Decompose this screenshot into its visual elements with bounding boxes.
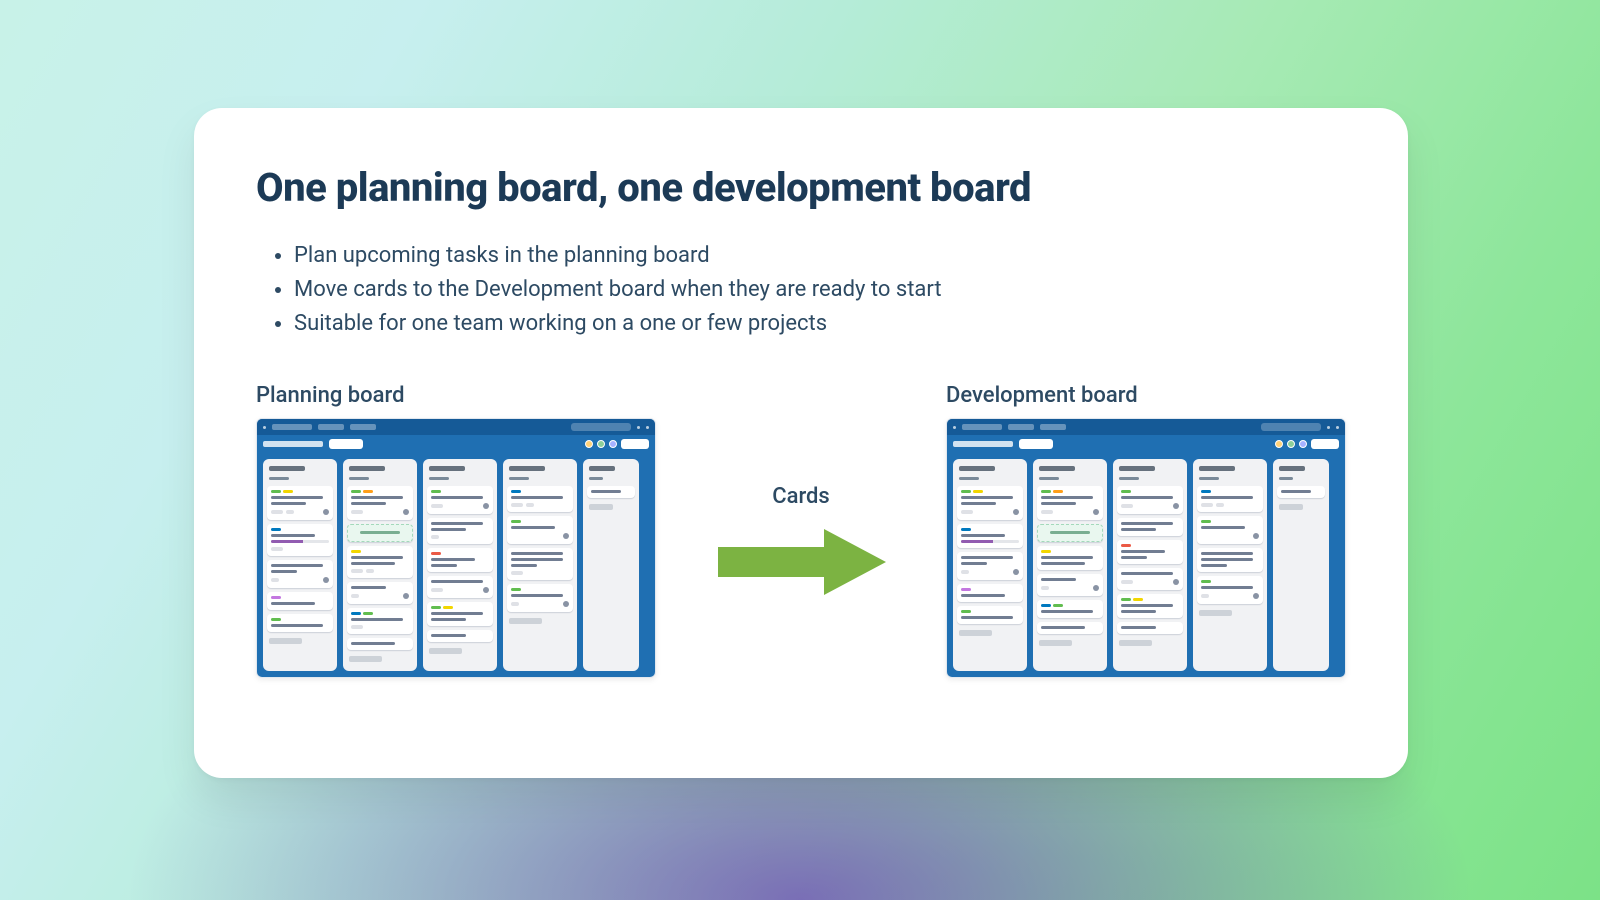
bullet-item: Move cards to the Development board when… xyxy=(294,273,1346,307)
bullet-list: Plan upcoming tasks in the planning boar… xyxy=(256,239,1346,341)
development-board-thumbnail xyxy=(946,418,1346,678)
slide-card: One planning board, one development boar… xyxy=(194,108,1408,778)
slide-title: One planning board, one development boar… xyxy=(256,164,1346,211)
development-board-label: Development board xyxy=(946,383,1346,408)
board-top-nav xyxy=(257,419,655,435)
list-column xyxy=(503,459,577,671)
list-column xyxy=(1193,459,1267,671)
boards-row: Planning board xyxy=(256,383,1346,678)
planning-board-column: Planning board xyxy=(256,383,656,678)
board-lists xyxy=(257,453,655,677)
list-column xyxy=(953,459,1027,671)
list-column xyxy=(343,459,417,671)
board-header-bar xyxy=(257,435,655,453)
list-column xyxy=(1033,459,1107,671)
bullet-item: Plan upcoming tasks in the planning boar… xyxy=(294,239,1346,273)
board-lists xyxy=(947,453,1345,677)
gradient-background: One planning board, one development boar… xyxy=(0,0,1600,900)
board-header-bar xyxy=(947,435,1345,453)
development-board-column: Development board xyxy=(946,383,1346,678)
bullet-item: Suitable for one team working on a one o… xyxy=(294,307,1346,341)
arrow-right-icon xyxy=(706,517,896,607)
planning-board-label: Planning board xyxy=(256,383,656,408)
arrow-column: Cards xyxy=(674,383,928,678)
list-column xyxy=(1113,459,1187,671)
list-column xyxy=(263,459,337,671)
arrow-label: Cards xyxy=(772,484,830,509)
board-top-nav xyxy=(947,419,1345,435)
list-column xyxy=(1273,459,1329,671)
list-column xyxy=(583,459,639,671)
planning-board-thumbnail xyxy=(256,418,656,678)
list-column xyxy=(423,459,497,671)
